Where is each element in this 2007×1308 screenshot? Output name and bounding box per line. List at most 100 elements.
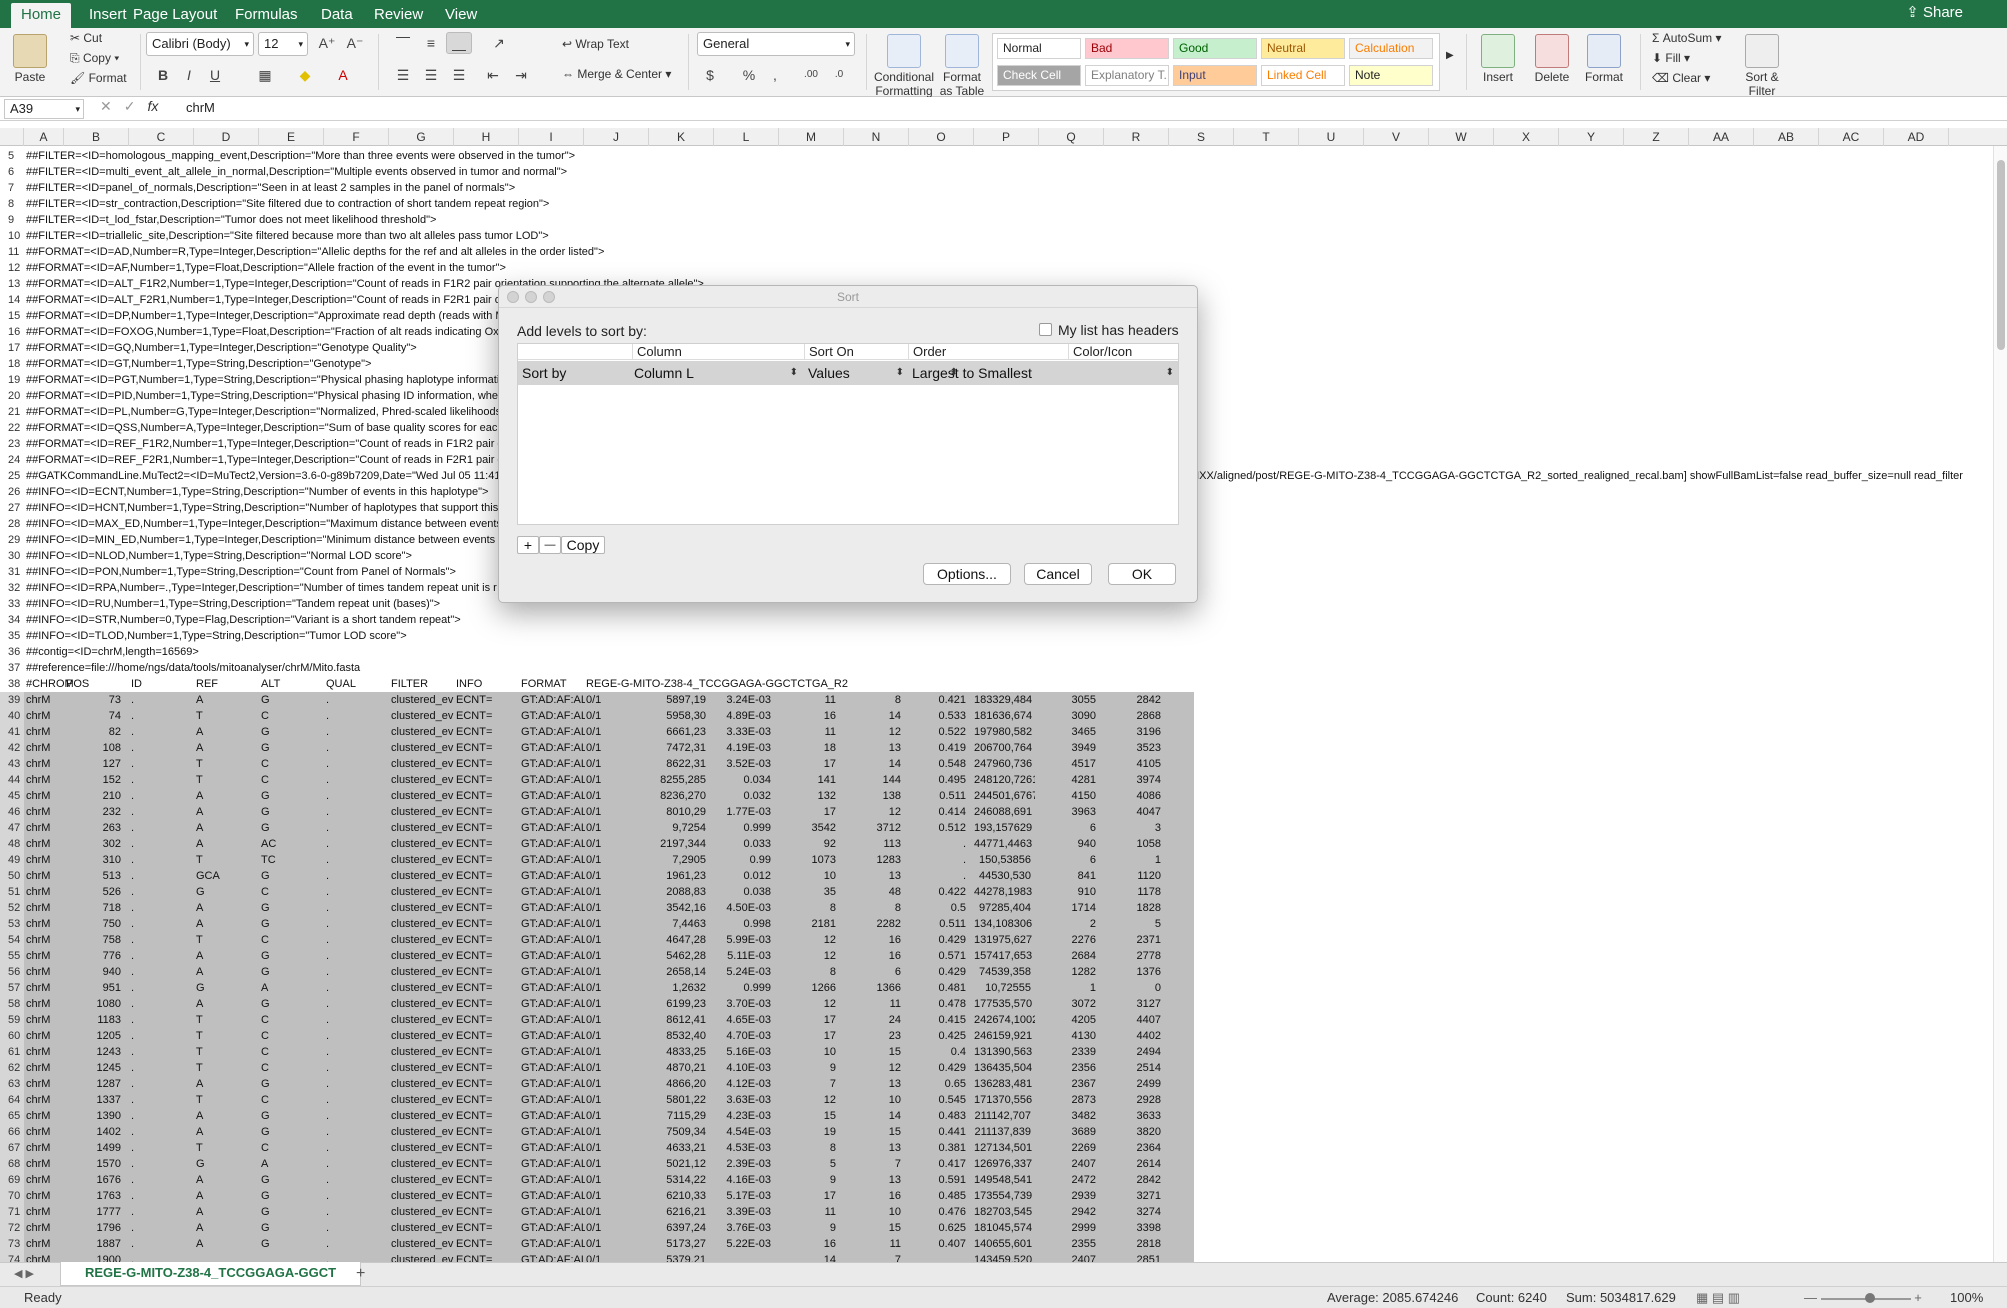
column-header-ac[interactable]: AC bbox=[1819, 128, 1884, 146]
row-header[interactable]: 53 bbox=[0, 916, 24, 932]
row-header[interactable]: 13 bbox=[0, 276, 24, 292]
cell-style-note[interactable]: Note bbox=[1349, 65, 1433, 86]
row-header[interactable]: 31 bbox=[0, 564, 24, 580]
row-header[interactable]: 58 bbox=[0, 996, 24, 1012]
row-header[interactable]: 55 bbox=[0, 948, 24, 964]
align-top-icon[interactable]: ⎺ bbox=[390, 32, 416, 54]
row-header[interactable]: 65 bbox=[0, 1108, 24, 1124]
close-icon[interactable] bbox=[507, 291, 519, 303]
column-header-b[interactable]: B bbox=[64, 128, 129, 146]
row-header[interactable]: 49 bbox=[0, 852, 24, 868]
column-header-r[interactable]: R bbox=[1104, 128, 1169, 146]
row-header[interactable]: 61 bbox=[0, 1044, 24, 1060]
cell-style-calculation[interactable]: Calculation bbox=[1349, 38, 1433, 59]
color-icon-select[interactable]: ⬍ bbox=[1068, 361, 1178, 385]
row-header[interactable]: 39 bbox=[0, 692, 24, 708]
column-header-q[interactable]: Q bbox=[1039, 128, 1104, 146]
column-header-l[interactable]: L bbox=[714, 128, 779, 146]
column-header-f[interactable]: F bbox=[324, 128, 389, 146]
align-center-icon[interactable]: ☰ bbox=[418, 64, 444, 86]
row-header[interactable]: 36 bbox=[0, 644, 24, 660]
row-header[interactable]: 28 bbox=[0, 516, 24, 532]
column-header-j[interactable]: J bbox=[584, 128, 649, 146]
row-header[interactable]: 29 bbox=[0, 532, 24, 548]
add-sheet-button[interactable]: + bbox=[356, 1265, 365, 1283]
row-header[interactable]: 38 bbox=[0, 676, 24, 692]
copy-button[interactable]: ⎘ Copy ▾ bbox=[70, 51, 119, 66]
sort-level-row[interactable]: Sort by Column L ⬍ Values ⬍ Largest to Sma… bbox=[518, 361, 1178, 385]
column-header-e[interactable]: E bbox=[259, 128, 324, 146]
column-header-w[interactable]: W bbox=[1429, 128, 1494, 146]
select-all-corner[interactable] bbox=[0, 128, 24, 146]
row-header[interactable]: 69 bbox=[0, 1172, 24, 1188]
options-button[interactable]: Options... bbox=[923, 563, 1011, 585]
row-header[interactable]: 40 bbox=[0, 708, 24, 724]
increase-decimal-icon[interactable]: .00 bbox=[798, 64, 824, 86]
row-header[interactable]: 63 bbox=[0, 1076, 24, 1092]
fx-icon[interactable]: fx bbox=[147, 98, 158, 114]
scrollbar-thumb[interactable] bbox=[1997, 160, 2005, 350]
align-middle-icon[interactable]: ≡ bbox=[418, 32, 444, 54]
row-header[interactable]: 46 bbox=[0, 804, 24, 820]
cell-style-input[interactable]: Input bbox=[1173, 65, 1257, 86]
sort-on-select[interactable]: Values ⬍ bbox=[804, 361, 908, 385]
column-header-h[interactable]: H bbox=[454, 128, 519, 146]
confirm-icon[interactable]: ✓ bbox=[124, 98, 148, 114]
column-header-t[interactable]: T bbox=[1234, 128, 1299, 146]
row-header[interactable]: 19 bbox=[0, 372, 24, 388]
row-header[interactable]: 64 bbox=[0, 1092, 24, 1108]
column-header-aa[interactable]: AA bbox=[1689, 128, 1754, 146]
row-header[interactable]: 30 bbox=[0, 548, 24, 564]
row-header[interactable]: 71 bbox=[0, 1204, 24, 1220]
column-header-g[interactable]: G bbox=[389, 128, 454, 146]
column-header-x[interactable]: X bbox=[1494, 128, 1559, 146]
column-header-u[interactable]: U bbox=[1299, 128, 1364, 146]
row-header[interactable]: 22 bbox=[0, 420, 24, 436]
row-header[interactable]: 5 bbox=[0, 148, 24, 164]
comma-icon[interactable]: , bbox=[762, 64, 788, 86]
increase-font-icon[interactable]: A⁺ bbox=[314, 32, 340, 54]
share-button[interactable]: ⇪ Share bbox=[1906, 3, 1963, 23]
row-header[interactable]: 6 bbox=[0, 164, 24, 180]
decrease-font-icon[interactable]: A⁻ bbox=[342, 32, 368, 54]
row-header[interactable]: 35 bbox=[0, 628, 24, 644]
column-header-ad[interactable]: AD bbox=[1884, 128, 1949, 146]
row-header[interactable]: 57 bbox=[0, 980, 24, 996]
tab-data[interactable]: Data bbox=[311, 3, 363, 28]
cut-button[interactable]: ✂ Cut bbox=[70, 31, 102, 45]
row-header[interactable]: 18 bbox=[0, 356, 24, 372]
column-header-v[interactable]: V bbox=[1364, 128, 1429, 146]
row-header[interactable]: 16 bbox=[0, 324, 24, 340]
row-header[interactable]: 8 bbox=[0, 196, 24, 212]
sort-filter-button[interactable]: Sort & Filter bbox=[1740, 34, 1784, 98]
format-painter-button[interactable]: 🖌 Format bbox=[70, 71, 127, 85]
number-format-select[interactable]: General ▾ bbox=[697, 32, 855, 56]
vertical-scrollbar[interactable] bbox=[1993, 146, 2007, 1262]
column-header-z[interactable]: Z bbox=[1624, 128, 1689, 146]
row-header[interactable]: 66 bbox=[0, 1124, 24, 1140]
row-header[interactable]: 17 bbox=[0, 340, 24, 356]
currency-icon[interactable]: $ bbox=[697, 64, 723, 86]
row-header[interactable]: 62 bbox=[0, 1060, 24, 1076]
row-header[interactable]: 54 bbox=[0, 932, 24, 948]
column-header-k[interactable]: K bbox=[649, 128, 714, 146]
row-header[interactable]: 11 bbox=[0, 244, 24, 260]
row-header[interactable]: 24 bbox=[0, 452, 24, 468]
align-left-icon[interactable]: ☰ bbox=[390, 64, 416, 86]
cell-style-good[interactable]: Good bbox=[1173, 38, 1257, 59]
copy-level-button[interactable]: Copy bbox=[561, 536, 605, 554]
align-right-icon[interactable]: ☰ bbox=[446, 64, 472, 86]
row-header[interactable]: 41 bbox=[0, 724, 24, 740]
sheet-nav-icon[interactable]: ◀ ▶ bbox=[14, 1267, 34, 1280]
row-header[interactable]: 67 bbox=[0, 1140, 24, 1156]
delete-cells-button[interactable]: Delete bbox=[1530, 34, 1574, 84]
sort-column-select[interactable]: Column L ⬍ bbox=[630, 361, 802, 385]
column-header-n[interactable]: N bbox=[844, 128, 909, 146]
row-header[interactable]: 50 bbox=[0, 868, 24, 884]
align-bottom-icon[interactable]: ⎽ bbox=[446, 32, 472, 54]
zoom-level[interactable]: 100% bbox=[1950, 1287, 1983, 1308]
merge-center-button[interactable]: ⇔ Merge & Center ▾ bbox=[562, 67, 671, 81]
column-header-o[interactable]: O bbox=[909, 128, 974, 146]
increase-indent-icon[interactable]: ⇥ bbox=[508, 64, 534, 86]
column-header-ab[interactable]: AB bbox=[1754, 128, 1819, 146]
